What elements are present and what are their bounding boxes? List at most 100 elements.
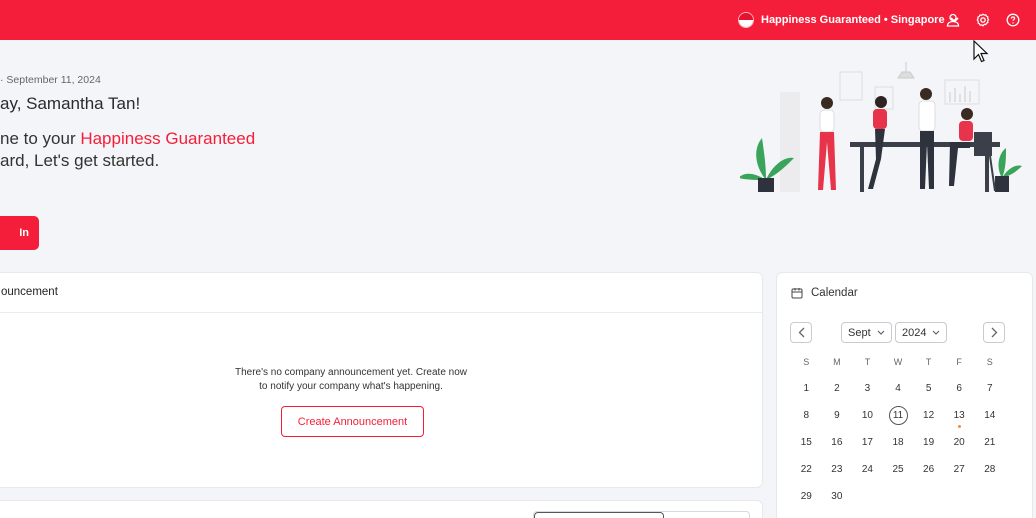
day-number: 27 xyxy=(953,464,965,475)
day-number: 24 xyxy=(861,464,873,475)
day-number: 28 xyxy=(984,464,996,475)
calendar-day[interactable]: 16 xyxy=(822,429,853,456)
weekday-label: S xyxy=(803,357,810,367)
calendar-day[interactable]: 10 xyxy=(852,402,883,429)
calendar-day[interactable]: 27 xyxy=(944,456,975,483)
greeting-text: ay, Samantha Tan! xyxy=(0,94,141,113)
day-number: 3 xyxy=(864,383,871,394)
team-illustration xyxy=(740,62,1022,192)
create-announcement-button[interactable]: Create Announcement xyxy=(281,406,424,437)
day-number: 12 xyxy=(923,410,935,421)
calendar-day[interactable]: 4 xyxy=(883,375,914,402)
calendar-day[interactable]: 5 xyxy=(913,375,944,402)
view-toggle[interactable] xyxy=(533,511,750,518)
calendar-day[interactable]: 17 xyxy=(852,429,883,456)
day-number: 11 xyxy=(888,406,908,425)
calendar-day[interactable]: 7 xyxy=(974,375,1005,402)
day-number: 23 xyxy=(831,464,843,475)
top-bar: Happiness Guaranteed • Singapore xyxy=(0,0,1036,40)
day-number: 10 xyxy=(861,410,873,421)
calendar-day[interactable]: 23 xyxy=(822,456,853,483)
calendar-panel: Calendar Sept 2024 S M T W T F S 1 2 3 4 5 6 7 8 9 10 11 1… xyxy=(776,272,1033,518)
chevron-down-icon xyxy=(933,330,940,335)
welcome-prefix: ne to your xyxy=(0,129,81,148)
month-select[interactable]: Sept xyxy=(841,322,892,343)
calendar-empty-cell xyxy=(944,483,975,510)
toggle-option[interactable] xyxy=(663,512,749,518)
help-icon[interactable] xyxy=(1005,12,1021,28)
calendar-day[interactable]: 21 xyxy=(974,429,1005,456)
welcome-line-2: ard, Let's get started. xyxy=(0,151,160,170)
weekday-header-row: SMTWTFS xyxy=(791,353,1005,375)
day-number: 16 xyxy=(831,437,843,448)
calendar-day[interactable]: 28 xyxy=(974,456,1005,483)
gear-icon[interactable] xyxy=(975,12,991,28)
user-icon[interactable] xyxy=(945,12,961,28)
calendar-day[interactable]: 20 xyxy=(944,429,975,456)
day-number: 29 xyxy=(800,491,812,502)
company-name: Happiness Guaranteed • Singapore xyxy=(761,14,945,26)
calendar-day[interactable]: 8 xyxy=(791,402,822,429)
day-number: 14 xyxy=(984,410,996,421)
calendar-day[interactable]: 19 xyxy=(913,429,944,456)
day-number: 19 xyxy=(923,437,935,448)
day-number: 5 xyxy=(925,383,932,394)
calendar-day[interactable]: 14 xyxy=(974,402,1005,429)
bottom-panel xyxy=(0,500,763,518)
calendar-day[interactable]: 13 xyxy=(944,402,975,429)
calendar-day[interactable]: 2 xyxy=(822,375,853,402)
calendar-day[interactable]: 29 xyxy=(791,483,822,510)
calendar-day[interactable]: 24 xyxy=(852,456,883,483)
weekday-label: W xyxy=(893,357,903,367)
month-value: Sept xyxy=(848,326,871,339)
calendar-day[interactable]: 15 xyxy=(791,429,822,456)
current-date: · September 11, 2024 xyxy=(0,74,101,86)
calendar-day[interactable]: 25 xyxy=(883,456,914,483)
year-select[interactable]: 2024 xyxy=(895,322,948,343)
day-number: 4 xyxy=(895,383,901,394)
announcement-empty-state: There's no company announcement yet. Cre… xyxy=(201,366,501,394)
chevron-right-icon xyxy=(991,327,997,338)
flag-icon xyxy=(738,12,754,28)
calendar-day[interactable]: 3 xyxy=(852,375,883,402)
primary-action-button[interactable]: In xyxy=(0,216,39,250)
welcome-brand: Happiness Guaranteed xyxy=(80,129,256,148)
calendar-day[interactable]: 30 xyxy=(822,483,853,510)
calendar-empty-cell xyxy=(883,483,914,510)
year-value: 2024 xyxy=(902,326,927,339)
calendar-grid: S M T W T F S 1 2 3 4 5 6 7 8 9 10 11 12 13 14 15 16 17 18 19 20 21… xyxy=(791,353,1005,510)
day-number: 15 xyxy=(800,437,812,448)
day-number: 21 xyxy=(984,437,996,448)
calendar-day[interactable]: 1 xyxy=(791,375,822,402)
day-number: 17 xyxy=(861,437,873,448)
mouse-cursor-icon xyxy=(973,40,989,63)
company-selector[interactable]: Happiness Guaranteed • Singapore xyxy=(738,11,959,29)
announcement-panel: ouncement There's no company announcemen… xyxy=(0,272,763,488)
empty-state-line-1: There's no company announcement yet. Cre… xyxy=(234,367,468,378)
calendar-day[interactable]: 12 xyxy=(913,402,944,429)
calendar-header: Calendar xyxy=(791,287,858,299)
day-number: 30 xyxy=(831,491,843,502)
calendar-day[interactable]: 26 xyxy=(913,456,944,483)
day-number: 6 xyxy=(956,383,962,394)
day-number: 18 xyxy=(892,437,904,448)
next-month-button[interactable] xyxy=(983,322,1005,343)
day-number: 26 xyxy=(923,464,935,475)
calendar-empty-cell xyxy=(913,483,944,510)
welcome-text: ne to your Happiness Guaranteed ard, Let… xyxy=(0,128,255,172)
calendar-day[interactable]: 22 xyxy=(791,456,822,483)
calendar-icon xyxy=(791,288,803,299)
weekday-label: S xyxy=(986,357,993,367)
announcement-title: ouncement xyxy=(0,273,762,313)
toggle-option-active[interactable] xyxy=(534,512,664,518)
calendar-day-today[interactable]: 11 xyxy=(883,402,914,429)
calendar-day[interactable]: 9 xyxy=(822,402,853,429)
prev-month-button[interactable] xyxy=(790,322,812,343)
calendar-week-row: 29 30 xyxy=(791,483,1005,510)
event-dot xyxy=(957,425,961,428)
day-number: 8 xyxy=(803,410,810,421)
calendar-day[interactable]: 18 xyxy=(883,429,914,456)
calendar-week-row: 22 23 24 25 26 27 28 xyxy=(791,456,1005,483)
day-number: 25 xyxy=(892,464,904,475)
calendar-day[interactable]: 6 xyxy=(944,375,975,402)
